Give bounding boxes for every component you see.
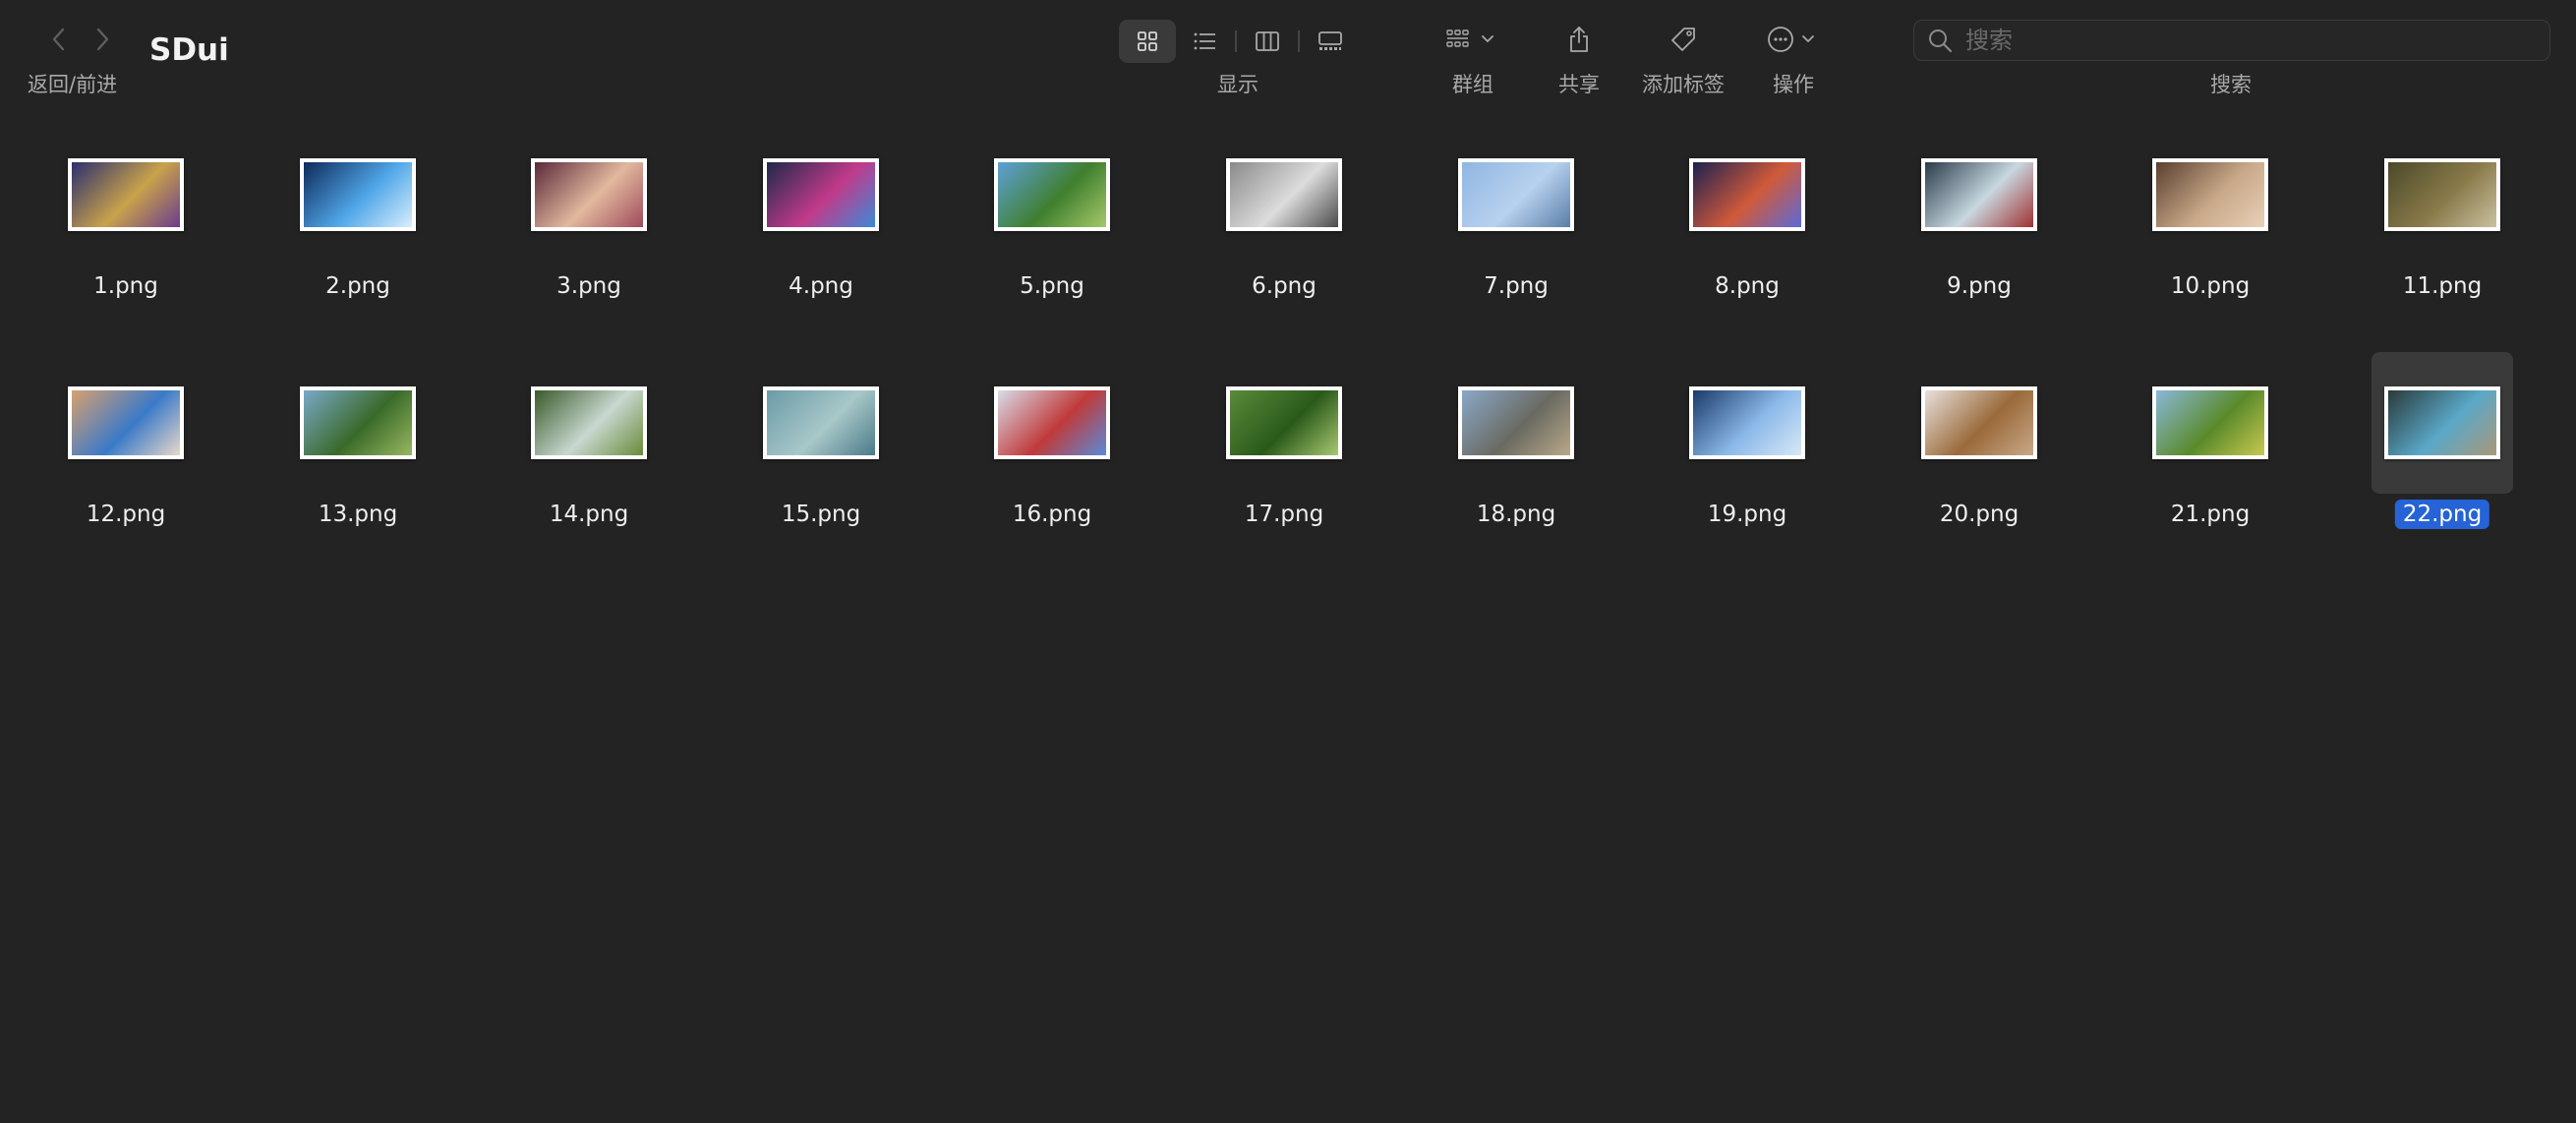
file-name: 1.png xyxy=(93,273,158,299)
thumbnail-wrap xyxy=(287,352,429,494)
file-item[interactable]: 7.png xyxy=(1445,124,1587,301)
image-thumbnail xyxy=(994,158,1110,231)
file-name: 11.png xyxy=(2402,273,2483,299)
thumbnail-wrap xyxy=(1445,352,1587,494)
file-name: 16.png xyxy=(1012,502,1092,527)
file-name: 4.png xyxy=(789,273,853,299)
thumbnail-wrap xyxy=(287,124,429,266)
thumbnail-wrap xyxy=(518,352,660,494)
image-thumbnail xyxy=(300,386,416,459)
file-name: 13.png xyxy=(318,502,398,527)
thumbnail-wrap xyxy=(1908,124,2050,266)
file-item[interactable]: 15.png xyxy=(750,352,892,529)
image-thumbnail xyxy=(300,158,416,231)
image-thumbnail xyxy=(1921,386,2037,459)
image-thumbnail xyxy=(531,386,647,459)
file-name: 8.png xyxy=(1715,273,1780,299)
image-thumbnail xyxy=(2384,386,2500,459)
file-item[interactable]: 10.png xyxy=(2139,124,2281,301)
file-item[interactable]: 16.png xyxy=(981,352,1123,529)
thumbnail-wrap xyxy=(2371,352,2513,494)
thumbnail-wrap xyxy=(1213,352,1355,494)
file-item[interactable]: 20.png xyxy=(1908,352,2050,529)
file-name: 18.png xyxy=(1476,502,1556,527)
file-item[interactable]: 17.png xyxy=(1213,352,1355,529)
file-item[interactable]: 18.png xyxy=(1445,352,1587,529)
thumbnail-wrap xyxy=(981,352,1123,494)
file-item[interactable]: 12.png xyxy=(55,352,197,529)
thumbnail-wrap xyxy=(981,124,1123,266)
file-item[interactable]: 22.png xyxy=(2371,352,2513,529)
image-thumbnail xyxy=(2384,158,2500,231)
file-name: 22.png xyxy=(2394,500,2490,529)
image-thumbnail xyxy=(531,158,647,231)
thumbnail-wrap xyxy=(1908,352,2050,494)
image-thumbnail xyxy=(1689,158,1805,231)
image-thumbnail xyxy=(763,158,879,231)
finder-window: 返回/前进 SDui 显示 群组 共享 添加标签 操作 搜索 搜索 1.png … xyxy=(0,0,2576,1123)
file-item[interactable]: 2.png xyxy=(287,124,429,301)
image-thumbnail xyxy=(994,386,1110,459)
thumbnail-wrap xyxy=(1676,124,1818,266)
image-thumbnail xyxy=(1689,386,1805,459)
file-name: 7.png xyxy=(1484,273,1549,299)
file-name: 17.png xyxy=(1244,502,1324,527)
file-item[interactable]: 9.png xyxy=(1908,124,2050,301)
thumbnail-wrap xyxy=(1213,124,1355,266)
file-item[interactable]: 11.png xyxy=(2371,124,2513,301)
thumbnail-wrap xyxy=(750,352,892,494)
image-thumbnail xyxy=(1458,386,1574,459)
file-name: 14.png xyxy=(549,502,629,527)
file-name: 12.png xyxy=(86,502,166,527)
file-name: 20.png xyxy=(1939,502,2020,527)
thumbnail-wrap xyxy=(518,124,660,266)
file-name: 10.png xyxy=(2170,273,2251,299)
thumbnail-wrap xyxy=(55,352,197,494)
image-thumbnail xyxy=(68,158,184,231)
thumbnail-wrap xyxy=(2371,124,2513,266)
file-name: 6.png xyxy=(1252,273,1317,299)
image-thumbnail xyxy=(1226,158,1342,231)
file-name: 3.png xyxy=(556,273,621,299)
image-thumbnail xyxy=(763,386,879,459)
file-item[interactable]: 14.png xyxy=(518,352,660,529)
file-name: 21.png xyxy=(2170,502,2251,527)
image-thumbnail xyxy=(68,386,184,459)
file-item[interactable]: 1.png xyxy=(55,124,197,301)
thumbnail-wrap xyxy=(55,124,197,266)
file-item[interactable]: 3.png xyxy=(518,124,660,301)
file-item[interactable]: 6.png xyxy=(1213,124,1355,301)
thumbnail-wrap xyxy=(1445,124,1587,266)
image-thumbnail xyxy=(2152,158,2268,231)
file-name: 15.png xyxy=(781,502,861,527)
file-name: 5.png xyxy=(1020,273,1084,299)
file-name: 2.png xyxy=(325,273,390,299)
file-item[interactable]: 13.png xyxy=(287,352,429,529)
file-name: 9.png xyxy=(1947,273,2012,299)
file-item[interactable]: 21.png xyxy=(2139,352,2281,529)
file-item[interactable]: 8.png xyxy=(1676,124,1818,301)
file-grid: 1.png 2.png 3.png 4.png 5.png 6.png 7.png 8.png… xyxy=(0,0,2576,1123)
file-name: 19.png xyxy=(1707,502,1787,527)
thumbnail-wrap xyxy=(1676,352,1818,494)
thumbnail-wrap xyxy=(2139,124,2281,266)
image-thumbnail xyxy=(1458,158,1574,231)
thumbnail-wrap xyxy=(750,124,892,266)
thumbnail-wrap xyxy=(2139,352,2281,494)
image-thumbnail xyxy=(2152,386,2268,459)
file-item[interactable]: 4.png xyxy=(750,124,892,301)
file-item[interactable]: 5.png xyxy=(981,124,1123,301)
image-thumbnail xyxy=(1921,158,2037,231)
file-item[interactable]: 19.png xyxy=(1676,352,1818,529)
image-thumbnail xyxy=(1226,386,1342,459)
